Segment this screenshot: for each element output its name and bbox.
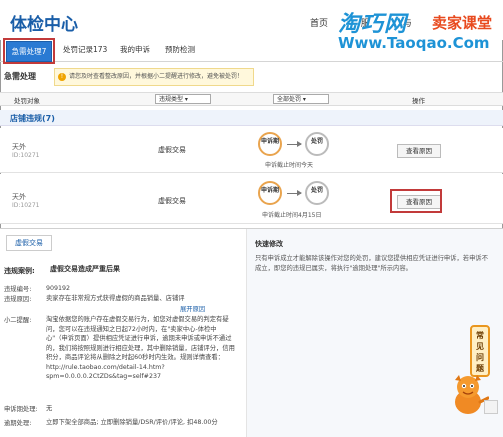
note-label: 小二提醒: bbox=[4, 317, 32, 324]
punish-select[interactable]: 全部处罚 ▾ bbox=[273, 94, 329, 104]
table-row: 天外 ID:10271 虚假交易 申诉期 处罚 申诉截止时间今天 查看原因 bbox=[0, 128, 503, 173]
punish-value: 无 bbox=[46, 405, 53, 412]
faq-char-1: 常 bbox=[476, 331, 484, 340]
step-punish: 处罚 bbox=[305, 132, 329, 156]
reason-value: 卖家存在非常规方式获得虚假的商品销量、店铺评 bbox=[46, 295, 185, 302]
punish-select-label: 全部处罚 bbox=[277, 96, 302, 103]
type-select-label: 违规类型 bbox=[159, 96, 184, 103]
case-value: 虚假交易造成严重后果 bbox=[50, 265, 120, 273]
scroll-top-button[interactable] bbox=[484, 400, 498, 414]
highlight-box bbox=[3, 38, 55, 64]
table-header: 处罚对象 违规类型 ▾ 全部处罚 ▾ 操作 bbox=[0, 92, 503, 106]
view-reason-button[interactable]: 查看原因 bbox=[397, 144, 441, 158]
page-header: 体检中心 首页 服 与 淘巧网 卖家课堂 Www.Taoqao.Com bbox=[0, 0, 503, 52]
tab-punish-record[interactable]: 处罚记录173 bbox=[63, 44, 107, 55]
urgent-row: 急需处理 ! 请您及时查看整改原因，并根据小二提醒进行修改，避免被处罚！ bbox=[0, 66, 503, 88]
shop-name: 天外 bbox=[12, 143, 26, 151]
deadline-text: 申诉截止时间今天 bbox=[265, 162, 314, 169]
faq-badge[interactable]: 常 见 问 题 bbox=[470, 325, 490, 377]
notice-banner: ! 请您及时查看整改原因，并根据小二提醒进行修改，避免被处罚！ bbox=[54, 68, 254, 86]
step-appeal: 申诉期 bbox=[258, 132, 282, 156]
violation-type: 虚假交易 bbox=[158, 197, 186, 205]
detail-tab[interactable]: 虚假交易 bbox=[6, 235, 52, 251]
detail-panel: 虚假交易 违规案例: 虚假交易造成严重后果 违规编号: 909192 违规原因:… bbox=[0, 228, 503, 437]
overdue-label: 逾期处理: bbox=[4, 420, 32, 427]
faq-char-3: 问 bbox=[476, 353, 484, 362]
overdue-value: 立即下架全部商品; 立即删除销量/DSR/评价/评论, 扣48.00分 bbox=[46, 419, 218, 426]
deadline-text: 申诉截止时间4月15日 bbox=[262, 212, 322, 219]
urgent-label: 急需处理 bbox=[4, 72, 36, 81]
violation-detail: 虚假交易 违规案例: 虚假交易造成严重后果 违规编号: 909192 违规原因:… bbox=[0, 229, 247, 437]
violation-type: 虚假交易 bbox=[158, 146, 186, 154]
expand-reason-link[interactable]: 展开原因 bbox=[180, 304, 205, 313]
section-header: 店铺违规(7) bbox=[0, 110, 503, 126]
tab-prevention[interactable]: 预防检测 bbox=[165, 44, 195, 55]
tab-bar: 急需处理7 处罚记录173 我的申诉 预防检测 bbox=[0, 40, 503, 62]
tab-my-appeals[interactable]: 我的申诉 bbox=[120, 44, 150, 55]
shop-id: ID:10271 bbox=[12, 152, 40, 159]
punish-label: 申诉期处理: bbox=[4, 406, 38, 413]
faq-char-2: 见 bbox=[476, 342, 484, 351]
number-label: 违规编号: bbox=[4, 286, 32, 293]
shop-id: ID:10271 bbox=[12, 202, 40, 209]
quick-fix-title: 快速修改 bbox=[255, 240, 283, 248]
case-label: 违规案例: bbox=[4, 267, 35, 275]
highlight-box bbox=[390, 189, 442, 213]
notice-text: 请您及时查看整改原因，并根据小二提醒进行修改，避免被处罚！ bbox=[69, 73, 244, 80]
col-action: 操作 bbox=[412, 97, 425, 105]
shop-name: 天外 bbox=[12, 193, 26, 201]
col-object: 处罚对象 bbox=[14, 97, 40, 105]
quick-fix-text: 只有申诉成立才能解除该操作对您的处罚，建议您提供相应凭证进行申诉，若申诉不成立，… bbox=[255, 255, 488, 272]
section-title: 店铺违规(7) bbox=[10, 114, 55, 123]
reason-label: 违规原因: bbox=[4, 296, 32, 303]
arrow-icon bbox=[287, 141, 302, 147]
number-value: 909192 bbox=[46, 285, 71, 292]
page-title: 体检中心 bbox=[10, 15, 78, 35]
type-select[interactable]: 违规类型 ▾ bbox=[155, 94, 211, 104]
arrow-icon bbox=[287, 190, 302, 196]
mascot-icon bbox=[455, 375, 489, 414]
note-value: 淘宝依据您的账户存在虚假交易行为，如您对虚假交易的判定有疑问，您可以在违规通知之… bbox=[46, 316, 235, 380]
info-icon: ! bbox=[58, 73, 66, 81]
step-appeal: 申诉期 bbox=[258, 181, 282, 205]
watermark-red-text: 卖家课堂 bbox=[432, 14, 493, 32]
nav-home-link[interactable]: 首页 bbox=[310, 19, 328, 29]
step-punish: 处罚 bbox=[305, 181, 329, 205]
